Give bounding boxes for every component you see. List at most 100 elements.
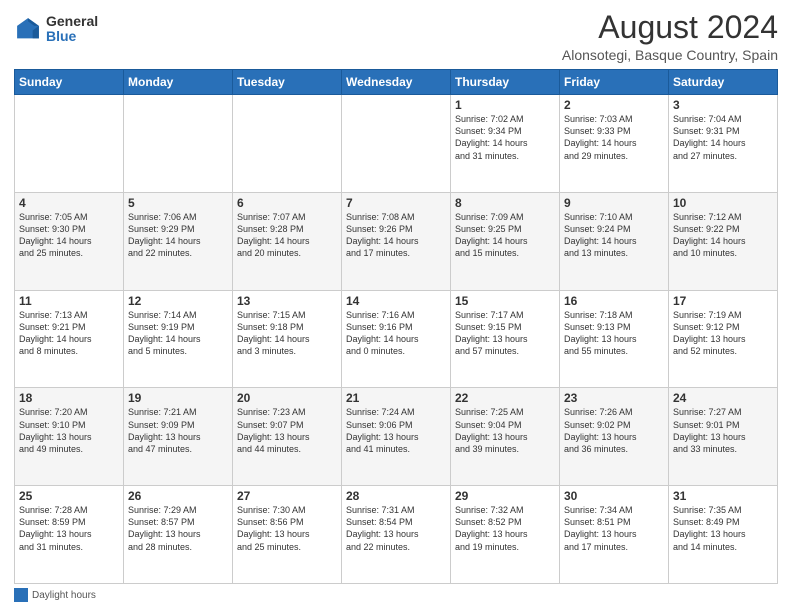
day-info: Sunrise: 7:12 AM Sunset: 9:22 PM Dayligh… <box>673 212 746 258</box>
day-info: Sunrise: 7:04 AM Sunset: 9:31 PM Dayligh… <box>673 114 746 160</box>
weekday-header: Friday <box>560 70 669 95</box>
day-number: 22 <box>455 391 555 405</box>
day-number: 10 <box>673 196 773 210</box>
day-info: Sunrise: 7:08 AM Sunset: 9:26 PM Dayligh… <box>346 212 419 258</box>
day-number: 13 <box>237 294 337 308</box>
logo-text: General Blue <box>46 14 98 45</box>
day-number: 28 <box>346 489 446 503</box>
calendar-cell: 1Sunrise: 7:02 AM Sunset: 9:34 PM Daylig… <box>451 95 560 193</box>
day-info: Sunrise: 7:10 AM Sunset: 9:24 PM Dayligh… <box>564 212 637 258</box>
day-number: 14 <box>346 294 446 308</box>
calendar-week: 1Sunrise: 7:02 AM Sunset: 9:34 PM Daylig… <box>15 95 778 193</box>
calendar-cell: 31 Sunrise: 7:35 AM Sunset: 8:49 PM Dayli… <box>669 486 778 584</box>
calendar-cell <box>15 95 124 193</box>
calendar-cell: 8 Sunrise: 7:09 AM Sunset: 9:25 PM Daylig… <box>451 192 560 290</box>
day-info: Sunrise: 7:09 AM Sunset: 9:25 PM Dayligh… <box>455 212 528 258</box>
calendar-week: 11Sunrise: 7:13 AM Sunset: 9:21 PM Dayli… <box>15 290 778 388</box>
day-info: Sunrise: 7:05 AM Sunset: 9:30 PM Dayligh… <box>19 212 92 258</box>
day-info: Sunrise: 7:28 AM Sunset: 8:59 PM Dayligh… <box>19 505 92 551</box>
weekday-header: Saturday <box>669 70 778 95</box>
subtitle: Alonsotegi, Basque Country, Spain <box>562 47 778 63</box>
day-info: Sunrise: 7:30 AM Sunset: 8:56 PM Dayligh… <box>237 505 310 551</box>
day-info: Sunrise: 7:07 AM Sunset: 9:28 PM Dayligh… <box>237 212 310 258</box>
weekday-header: Wednesday <box>342 70 451 95</box>
calendar-body: 1Sunrise: 7:02 AM Sunset: 9:34 PM Daylig… <box>15 95 778 584</box>
calendar-cell: 25Sunrise: 7:28 AM Sunset: 8:59 PM Dayli… <box>15 486 124 584</box>
logo-general-text: General <box>46 14 98 29</box>
calendar-week: 25Sunrise: 7:28 AM Sunset: 8:59 PM Dayli… <box>15 486 778 584</box>
weekday-header: Tuesday <box>233 70 342 95</box>
logo: General Blue <box>14 14 98 45</box>
day-number: 4 <box>19 196 119 210</box>
day-info: Sunrise: 7:26 AM Sunset: 9:02 PM Dayligh… <box>564 407 637 453</box>
page: General Blue August 2024 Alonsotegi, Bas… <box>0 0 792 612</box>
logo-icon <box>14 15 42 43</box>
calendar-cell: 29Sunrise: 7:32 AM Sunset: 8:52 PM Dayli… <box>451 486 560 584</box>
day-info: Sunrise: 7:20 AM Sunset: 9:10 PM Dayligh… <box>19 407 92 453</box>
calendar-cell: 19 Sunrise: 7:21 AM Sunset: 9:09 PM Dayli… <box>124 388 233 486</box>
day-number: 31 <box>673 489 773 503</box>
day-number: 2 <box>564 98 664 112</box>
logo-blue-text: Blue <box>46 29 98 44</box>
day-info: Sunrise: 7:35 AM Sunset: 8:49 PM Dayligh… <box>673 505 746 551</box>
day-info: Sunrise: 7:19 AM Sunset: 9:12 PM Dayligh… <box>673 310 746 356</box>
calendar-cell <box>233 95 342 193</box>
calendar-cell: 3 Sunrise: 7:04 AM Sunset: 9:31 PM Daylig… <box>669 95 778 193</box>
day-info: Sunrise: 7:31 AM Sunset: 8:54 PM Dayligh… <box>346 505 419 551</box>
calendar-cell: 16Sunrise: 7:18 AM Sunset: 9:13 PM Dayli… <box>560 290 669 388</box>
day-info: Sunrise: 7:15 AM Sunset: 9:18 PM Dayligh… <box>237 310 310 356</box>
day-info: Sunrise: 7:17 AM Sunset: 9:15 PM Dayligh… <box>455 310 528 356</box>
calendar-cell: 6 Sunrise: 7:07 AM Sunset: 9:28 PM Daylig… <box>233 192 342 290</box>
day-info: Sunrise: 7:14 AM Sunset: 9:19 PM Dayligh… <box>128 310 201 356</box>
header: General Blue August 2024 Alonsotegi, Bas… <box>14 10 778 63</box>
day-number: 3 <box>673 98 773 112</box>
day-number: 21 <box>346 391 446 405</box>
calendar-cell <box>124 95 233 193</box>
calendar-cell: 15Sunrise: 7:17 AM Sunset: 9:15 PM Dayli… <box>451 290 560 388</box>
day-number: 5 <box>128 196 228 210</box>
calendar-header: SundayMondayTuesdayWednesdayThursdayFrid… <box>15 70 778 95</box>
calendar-cell: 5 Sunrise: 7:06 AM Sunset: 9:29 PM Daylig… <box>124 192 233 290</box>
day-number: 6 <box>237 196 337 210</box>
calendar-cell: 23 Sunrise: 7:26 AM Sunset: 9:02 PM Dayli… <box>560 388 669 486</box>
calendar-cell: 9 Sunrise: 7:10 AM Sunset: 9:24 PM Daylig… <box>560 192 669 290</box>
weekday-header: Thursday <box>451 70 560 95</box>
day-number: 20 <box>237 391 337 405</box>
legend-item: Daylight hours <box>14 588 96 602</box>
day-info: Sunrise: 7:25 AM Sunset: 9:04 PM Dayligh… <box>455 407 528 453</box>
calendar-week: 18Sunrise: 7:20 AM Sunset: 9:10 PM Dayli… <box>15 388 778 486</box>
day-info: Sunrise: 7:06 AM Sunset: 9:29 PM Dayligh… <box>128 212 201 258</box>
calendar-cell: 14 Sunrise: 7:16 AM Sunset: 9:16 PM Dayli… <box>342 290 451 388</box>
day-info: Sunrise: 7:03 AM Sunset: 9:33 PM Dayligh… <box>564 114 637 160</box>
day-number: 9 <box>564 196 664 210</box>
calendar-week: 4 Sunrise: 7:05 AM Sunset: 9:30 PM Daylig… <box>15 192 778 290</box>
day-number: 19 <box>128 391 228 405</box>
calendar-cell: 10 Sunrise: 7:12 AM Sunset: 9:22 PM Dayli… <box>669 192 778 290</box>
day-info: Sunrise: 7:34 AM Sunset: 8:51 PM Dayligh… <box>564 505 637 551</box>
day-number: 8 <box>455 196 555 210</box>
day-info: Sunrise: 7:24 AM Sunset: 9:06 PM Dayligh… <box>346 407 419 453</box>
weekday-header: Sunday <box>15 70 124 95</box>
footer: Daylight hours <box>14 588 778 602</box>
day-number: 23 <box>564 391 664 405</box>
weekday-row: SundayMondayTuesdayWednesdayThursdayFrid… <box>15 70 778 95</box>
day-info: Sunrise: 7:18 AM Sunset: 9:13 PM Dayligh… <box>564 310 637 356</box>
calendar-cell: 4 Sunrise: 7:05 AM Sunset: 9:30 PM Daylig… <box>15 192 124 290</box>
day-info: Sunrise: 7:21 AM Sunset: 9:09 PM Dayligh… <box>128 407 201 453</box>
calendar-cell: 17Sunrise: 7:19 AM Sunset: 9:12 PM Dayli… <box>669 290 778 388</box>
day-info: Sunrise: 7:29 AM Sunset: 8:57 PM Dayligh… <box>128 505 201 551</box>
calendar-cell: 13 Sunrise: 7:15 AM Sunset: 9:18 PM Dayli… <box>233 290 342 388</box>
legend-box <box>14 588 28 602</box>
day-number: 12 <box>128 294 228 308</box>
calendar-cell: 20Sunrise: 7:23 AM Sunset: 9:07 PM Dayli… <box>233 388 342 486</box>
calendar-cell: 12 Sunrise: 7:14 AM Sunset: 9:19 PM Dayli… <box>124 290 233 388</box>
calendar-cell: 30Sunrise: 7:34 AM Sunset: 8:51 PM Dayli… <box>560 486 669 584</box>
legend-label: Daylight hours <box>32 590 96 601</box>
calendar-cell: 24Sunrise: 7:27 AM Sunset: 9:01 PM Dayli… <box>669 388 778 486</box>
day-info: Sunrise: 7:16 AM Sunset: 9:16 PM Dayligh… <box>346 310 419 356</box>
main-title: August 2024 <box>562 10 778 45</box>
day-number: 1 <box>455 98 555 112</box>
day-number: 26 <box>128 489 228 503</box>
day-number: 11 <box>19 294 119 308</box>
calendar-cell: 7Sunrise: 7:08 AM Sunset: 9:26 PM Daylig… <box>342 192 451 290</box>
